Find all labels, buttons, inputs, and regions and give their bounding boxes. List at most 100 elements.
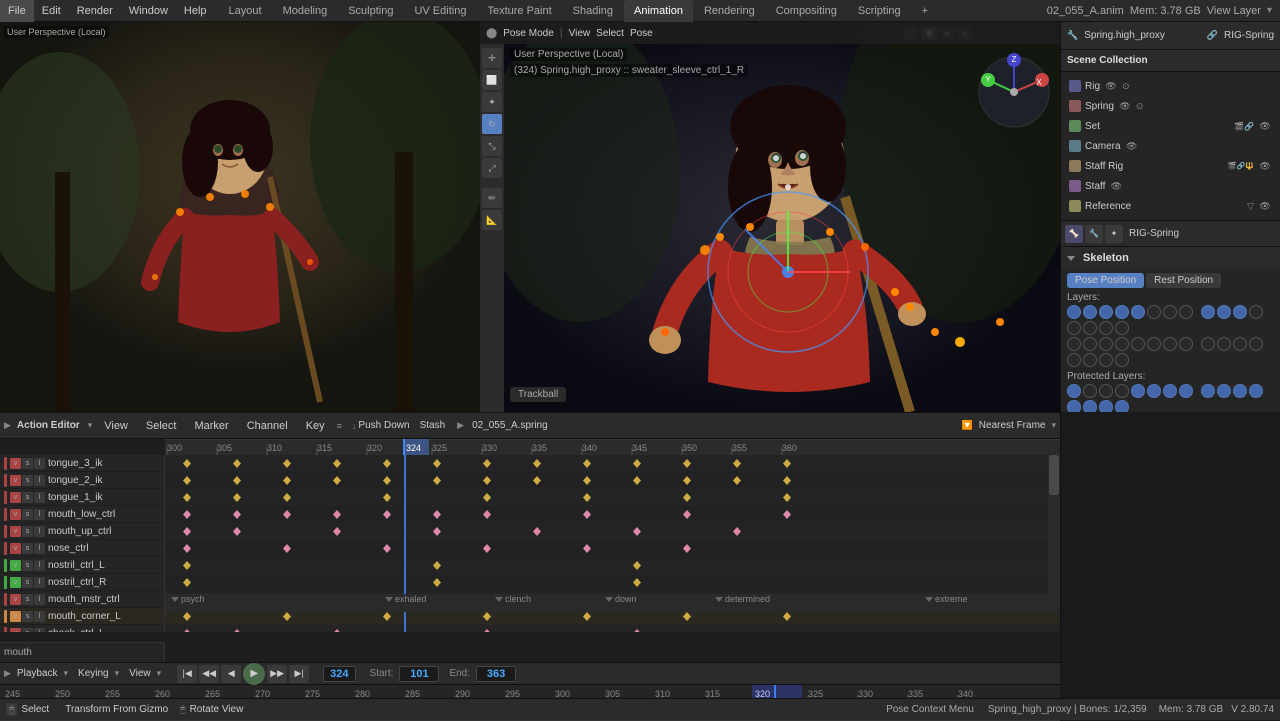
timeline-view-dropdown[interactable]: ▾ [157,668,162,679]
pose-position-btn[interactable]: Pose Position [1067,273,1144,288]
layer-dot-14[interactable] [1083,321,1097,335]
prot-dot-10[interactable] [1217,384,1231,398]
prot-dot-14[interactable] [1083,400,1097,412]
keying-dropdown[interactable]: ▾ [115,668,120,679]
track-select-icon[interactable]: s [22,594,33,605]
prot-dot-5[interactable] [1131,384,1145,398]
prot-dot-3[interactable] [1099,384,1113,398]
properties-icon[interactable]: 🔧 [1067,30,1078,41]
prot-dot-8[interactable] [1179,384,1193,398]
track-nose-ctrl[interactable]: v s l nose_ctrl [0,540,164,557]
track-lock-icon[interactable]: l [34,543,45,554]
track-lock-icon[interactable]: l [34,509,45,520]
skeleton-section-header[interactable]: Skeleton [1061,247,1280,269]
jump-end-btn[interactable]: ▶| [289,665,309,683]
viewport-view-menu[interactable]: View [569,28,591,39]
track-lock-icon[interactable]: l [34,458,45,469]
track-mouth-corner-l[interactable]: v s l mouth_corner_L [0,608,164,625]
stash-btn[interactable]: Stash [420,420,446,431]
track-visibility-icon[interactable]: v [10,458,21,469]
track-lock-icon[interactable]: l [34,526,45,537]
prot-dot-13[interactable] [1067,400,1081,412]
track-select-icon[interactable]: s [22,543,33,554]
layer-dot-7[interactable] [1163,305,1177,319]
measure-tool[interactable]: 📐 [482,210,502,230]
track-select-icon[interactable]: s [22,492,33,503]
layer-dot-6[interactable] [1147,305,1161,319]
end-frame-input[interactable]: 363 [476,666,516,682]
track-visibility-icon[interactable]: v [10,475,21,486]
track-mouth-up-ctrl[interactable]: v s l mouth_up_ctrl [0,523,164,540]
layer-dot-31[interactable] [1099,353,1113,367]
menu-file[interactable]: File [0,0,34,22]
nearest-frame-dropdown[interactable]: ▾ [1051,420,1056,431]
layer-dot-5[interactable] [1131,305,1145,319]
layer-dot-27[interactable] [1233,337,1247,351]
tab-modeling[interactable]: Modeling [273,0,338,22]
layer-dot-10[interactable] [1217,305,1231,319]
current-frame-input[interactable]: 324 [323,666,355,682]
scene-item-set[interactable]: Set 🎬🔗 👁 [1065,116,1276,136]
track-mouth-low-ctrl[interactable]: v s l mouth_low_ctrl [0,506,164,523]
scene-item-camera[interactable]: Camera 👁 [1065,136,1276,156]
push-down-btn[interactable]: Push Down [358,420,409,431]
prot-dot-15[interactable] [1099,400,1113,412]
tab-scripting[interactable]: Scripting [848,0,911,22]
tab-shading[interactable]: Shading [563,0,623,22]
layer-dot-19[interactable] [1099,337,1113,351]
layer-dot-4[interactable] [1115,305,1129,319]
layer-dot-24[interactable] [1179,337,1193,351]
layer-dot-13[interactable] [1067,321,1081,335]
rotate-tool[interactable]: ↻ [482,114,502,134]
scene-item-reference[interactable]: Reference ▽ 👁 [1065,196,1276,216]
spring-hide-icon[interactable]: ⊙ [1136,101,1144,112]
tab-layout[interactable]: Layout [219,0,272,22]
track-lock-icon[interactable]: l [34,560,45,571]
layer-dot-26[interactable] [1217,337,1231,351]
track-lock-icon[interactable]: l [34,577,45,588]
prot-dot-16[interactable] [1115,400,1129,412]
track-tongue-2-ik[interactable]: v s l tongue_2_ik [0,472,164,489]
move-tool[interactable]: ✦ [482,92,502,112]
menu-edit[interactable]: Edit [34,0,69,22]
trackball-button[interactable]: Trackball [510,387,566,402]
prot-dot-9[interactable] [1201,384,1215,398]
staff-visibility[interactable]: 👁 [1109,179,1123,193]
layer-dot-22[interactable] [1147,337,1161,351]
prot-dot-1[interactable] [1067,384,1081,398]
scrollbar-thumb[interactable] [1049,455,1059,495]
track-select-icon[interactable]: s [22,611,33,622]
reference-visibility[interactable]: 👁 [1258,199,1272,213]
ae-channel-menu[interactable]: Channel [241,420,294,432]
track-visibility-icon[interactable]: v [10,577,21,588]
prot-dot-12[interactable] [1249,384,1263,398]
layer-dot-30[interactable] [1083,353,1097,367]
menu-window[interactable]: Window [121,0,176,22]
set-visibility[interactable]: 👁 [1258,119,1272,133]
reference-filter-icon[interactable]: ▽ [1247,201,1254,212]
cursor-tool[interactable]: ✛ [482,48,502,68]
layer-dot-8[interactable] [1179,305,1193,319]
layer-dot-18[interactable] [1083,337,1097,351]
layer-dot-28[interactable] [1249,337,1263,351]
ae-marker-menu[interactable]: Marker [188,420,234,432]
track-visibility-icon[interactable]: v [10,509,21,520]
particles-icon[interactable]: ✦ [1105,225,1123,243]
track-lock-icon[interactable]: l [34,628,45,633]
prot-dot-7[interactable] [1163,384,1177,398]
start-frame-input[interactable]: 101 [399,666,439,682]
object-data-icon[interactable]: 🦴 [1065,225,1083,243]
track-visibility-icon[interactable]: v [10,611,21,622]
menu-help[interactable]: Help [176,0,215,22]
track-visibility-icon[interactable]: v [10,526,21,537]
track-select-icon[interactable]: s [22,458,33,469]
track-select-icon[interactable]: s [22,577,33,588]
play-back-btn[interactable]: ◀ [221,665,241,683]
viewport-pose-menu[interactable]: Pose [630,28,653,39]
timeline-view-menu[interactable]: View [129,668,151,679]
track-visibility-icon[interactable]: v [10,492,21,503]
navigation-gizmo[interactable]: X Y Z [974,52,1054,132]
track-select-icon[interactable]: s [22,475,33,486]
track-nostril-ctrl-r[interactable]: v s l nostril_ctrl_R [0,574,164,591]
layer-dot-9[interactable] [1201,305,1215,319]
